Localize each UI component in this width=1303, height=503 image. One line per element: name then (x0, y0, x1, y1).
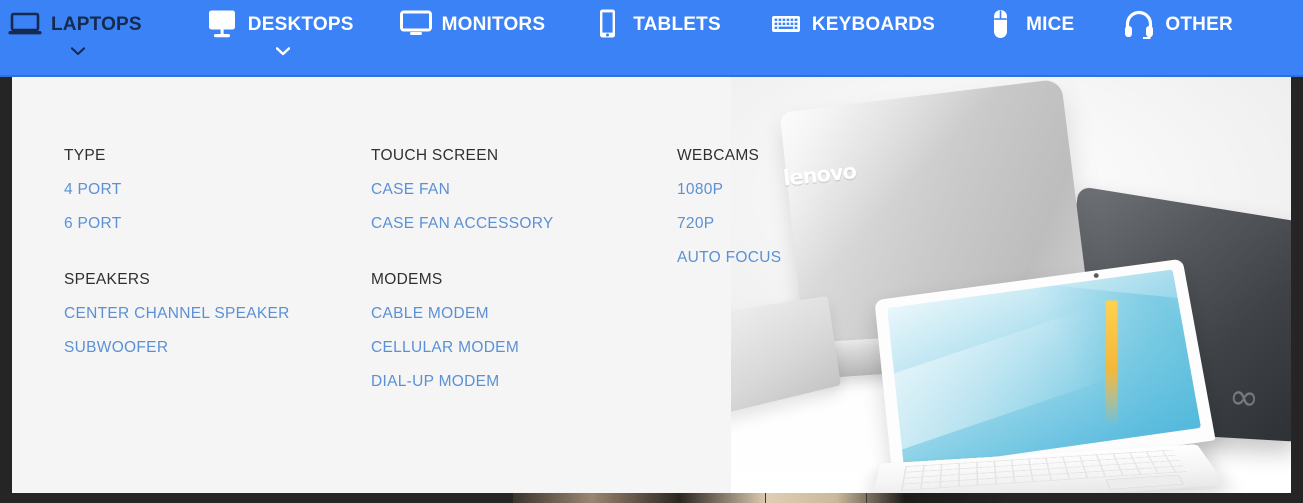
menu-column-1: TYPE 4 PORT 6 PORT SPEAKERS CENTER CHANN… (64, 139, 364, 387)
nav-item-keyboards[interactable]: KEYBOARDS (769, 0, 935, 48)
nav-item-label: OTHER (1165, 13, 1233, 35)
group-title: MODEMS (371, 271, 443, 288)
wallpaper-ray (1105, 300, 1119, 427)
menu-link[interactable]: 1080P (677, 173, 977, 207)
screen-wallpaper (887, 269, 1202, 470)
nav-item-label: LAPTOPS (51, 13, 142, 35)
menu-group-type: TYPE 4 PORT 6 PORT (64, 139, 364, 241)
right-gutter (1291, 77, 1303, 503)
trackpad (1105, 474, 1185, 490)
chevron-down-icon (71, 47, 85, 56)
laptops-mega-menu-panel: TYPE 4 PORT 6 PORT SPEAKERS CENTER CHANN… (12, 77, 1291, 493)
keyboard-icon (769, 7, 803, 41)
menu-link[interactable]: 4 PORT (64, 173, 364, 207)
webcam-dot (1093, 272, 1099, 279)
group-title: TOUCH SCREEN (371, 147, 499, 164)
sliver-divider (866, 493, 867, 503)
menu-group-touch-screen: TOUCH SCREEN CASE FAN CASE FAN ACCESSORY (371, 139, 671, 241)
menu-columns: TYPE 4 PORT 6 PORT SPEAKERS CENTER CHANN… (12, 77, 832, 493)
laptop-icon (8, 7, 42, 41)
headset-icon (1122, 7, 1156, 41)
menu-column-2: TOUCH SCREEN CASE FAN CASE FAN ACCESSORY… (371, 139, 671, 421)
next-section-image-sliver (513, 493, 1003, 503)
menu-link[interactable]: CASE FAN ACCESSORY (371, 207, 671, 241)
monitor-icon (399, 7, 433, 41)
nav-item-list: LAPTOPS DESKTOPS MONITORS TABLETS KEYBOA… (0, 0, 1233, 56)
menu-link[interactable]: 720P (677, 207, 977, 241)
nav-item-label: TABLETS (633, 13, 721, 35)
nav-item-label: MICE (1026, 13, 1075, 35)
main-navigation: LAPTOPS DESKTOPS MONITORS TABLETS KEYBOA… (0, 0, 1303, 77)
nav-item-monitors[interactable]: MONITORS (399, 0, 546, 48)
group-title: WEBCAMS (677, 147, 760, 164)
mouse-icon (983, 7, 1017, 41)
nav-item-other[interactable]: OTHER (1122, 0, 1233, 48)
menu-link[interactable]: DIAL-UP MODEM (371, 365, 671, 399)
nav-item-label: KEYBOARDS (811, 13, 936, 35)
menu-group-modems: MODEMS CABLE MODEM CELLULAR MODEM DIAL-U… (371, 263, 671, 399)
chevron-down-icon (275, 47, 290, 56)
fujitsu-logo: ∞ (1226, 375, 1258, 420)
left-gutter (0, 77, 12, 503)
nav-item-tablets[interactable]: TABLETS (590, 0, 721, 48)
menu-link[interactable]: 6 PORT (64, 207, 364, 241)
menu-link[interactable]: SUBWOOFER (64, 331, 364, 365)
menu-group-webcams: WEBCAMS 1080P 720P AUTO FOCUS (677, 139, 977, 275)
page-root: LAPTOPS DESKTOPS MONITORS TABLETS KEYBOA… (0, 0, 1303, 503)
sliver-divider (765, 493, 766, 503)
nav-item-laptops[interactable]: LAPTOPS (8, 0, 142, 56)
group-title: TYPE (64, 147, 106, 164)
tablet-icon (590, 7, 624, 41)
nav-item-desktops[interactable]: DESKTOPS (205, 0, 354, 56)
wallpaper-swoosh-2 (939, 275, 1202, 454)
menu-group-speakers: SPEAKERS CENTER CHANNEL SPEAKER SUBWOOFE… (64, 263, 364, 365)
group-title: SPEAKERS (64, 271, 150, 288)
nav-item-label: MONITORS (441, 13, 546, 35)
menu-link[interactable]: AUTO FOCUS (677, 241, 977, 275)
bottom-dark-band (0, 493, 1303, 503)
menu-link[interactable]: CABLE MODEM (371, 297, 671, 331)
menu-link[interactable]: CASE FAN (371, 173, 671, 207)
menu-link[interactable]: CENTER CHANNEL SPEAKER (64, 297, 364, 331)
menu-column-3: WEBCAMS 1080P 720P AUTO FOCUS (677, 139, 977, 297)
desktop-icon (205, 7, 239, 41)
nav-item-mice[interactable]: MICE (983, 0, 1074, 48)
menu-link[interactable]: CELLULAR MODEM (371, 331, 671, 365)
nav-item-label: DESKTOPS (247, 13, 354, 35)
